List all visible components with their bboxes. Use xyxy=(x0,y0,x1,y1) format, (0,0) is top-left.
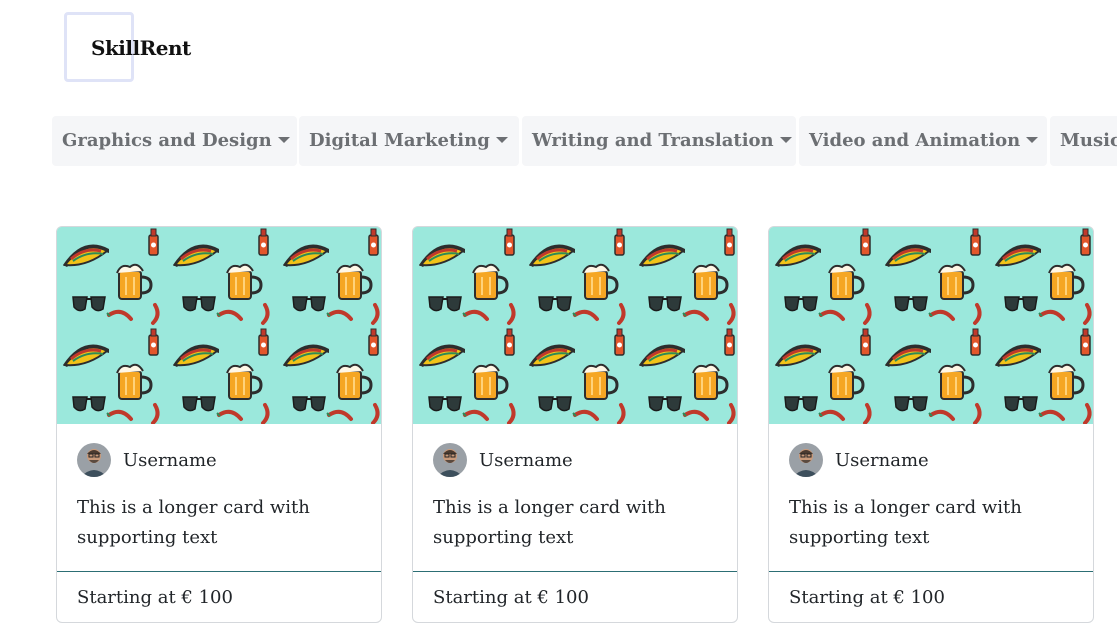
username[interactable]: Username xyxy=(123,450,217,471)
avatar[interactable] xyxy=(789,443,823,477)
caret-down-icon xyxy=(277,137,290,143)
card-price: Starting at € 100 xyxy=(769,571,1093,622)
caret-down-icon xyxy=(1026,137,1039,143)
card-user: Username xyxy=(433,443,573,477)
nav-item-video-and-animation[interactable]: Video and Animation xyxy=(799,116,1047,166)
avatar[interactable] xyxy=(77,443,111,477)
food-pattern-image xyxy=(769,227,1093,424)
service-card[interactable]: Username This is a longer card with supp… xyxy=(56,226,382,623)
nav-item-label: Music xyxy=(1060,130,1117,151)
food-pattern-image xyxy=(413,227,737,424)
nav-item-music[interactable]: Music xyxy=(1050,116,1117,166)
avatar[interactable] xyxy=(433,443,467,477)
nav-item-label: Graphics and Design xyxy=(62,130,272,151)
service-card[interactable]: Username This is a longer card with supp… xyxy=(768,226,1094,623)
card-user: Username xyxy=(789,443,929,477)
card-price: Starting at € 100 xyxy=(57,571,381,622)
nav-item-digital-marketing[interactable]: Digital Marketing xyxy=(299,116,519,166)
category-nav: Graphics and Design Digital Marketing Wr… xyxy=(52,116,1117,166)
caret-down-icon xyxy=(495,137,508,143)
service-card[interactable]: Username This is a longer card with supp… xyxy=(412,226,738,623)
nav-item-writing-and-translation[interactable]: Writing and Translation xyxy=(522,116,796,166)
card-description: This is a longer card with supporting te… xyxy=(433,497,666,548)
username[interactable]: Username xyxy=(479,450,573,471)
nav-item-label: Digital Marketing xyxy=(309,130,490,151)
nav-item-label: Writing and Translation xyxy=(532,130,774,151)
card-user: Username xyxy=(77,443,217,477)
card-price: Starting at € 100 xyxy=(413,571,737,622)
card-description: This is a longer card with supporting te… xyxy=(789,497,1022,548)
brand-logo[interactable]: SkillRent xyxy=(91,36,191,60)
nav-item-label: Video and Animation xyxy=(809,130,1021,151)
nav-item-graphics-and-design[interactable]: Graphics and Design xyxy=(52,116,297,166)
username[interactable]: Username xyxy=(835,450,929,471)
caret-down-icon xyxy=(779,137,792,143)
food-pattern-image xyxy=(57,227,381,424)
card-description: This is a longer card with supporting te… xyxy=(77,497,310,548)
